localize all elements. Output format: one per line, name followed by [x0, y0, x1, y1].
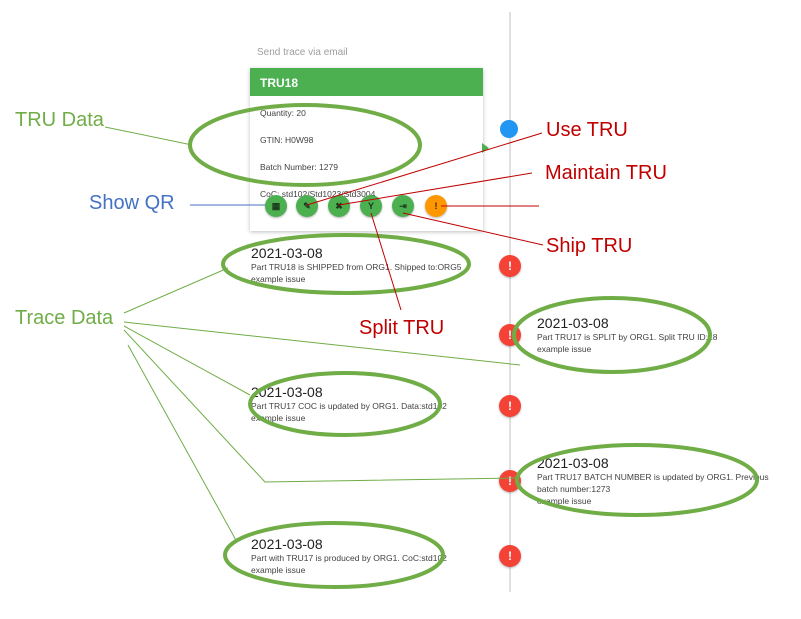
trace-ellipse-3	[248, 371, 442, 437]
split-tru-pointer	[370, 212, 402, 311]
annotation-maintain-tru: Maintain TRU	[545, 162, 667, 184]
annotation-use-tru: Use TRU	[546, 119, 628, 141]
trace-pointer-3	[123, 325, 251, 396]
trace-ellipse-2	[512, 296, 712, 374]
annotation-ship-tru: Ship TRU	[546, 235, 633, 257]
annotation-overlay	[104, 103, 759, 589]
trace-pointer-5	[127, 344, 238, 543]
tru-data-pointer	[104, 126, 193, 146]
tru-data-ellipse	[188, 103, 422, 187]
use-tru-pointer	[306, 132, 543, 206]
annotation-show-qr: Show QR	[89, 192, 175, 214]
trace-ellipse-4	[515, 443, 759, 517]
trace-ellipse-1	[221, 233, 471, 295]
annotation-trace-data: Trace Data	[15, 307, 114, 329]
trace-pointer-1	[123, 267, 229, 314]
trace-pointer-4	[123, 329, 517, 483]
annotation-split-tru: Split TRU	[359, 317, 445, 339]
annotation-tru-data: TRU Data	[15, 109, 104, 131]
trace-ellipse-5	[223, 521, 445, 589]
